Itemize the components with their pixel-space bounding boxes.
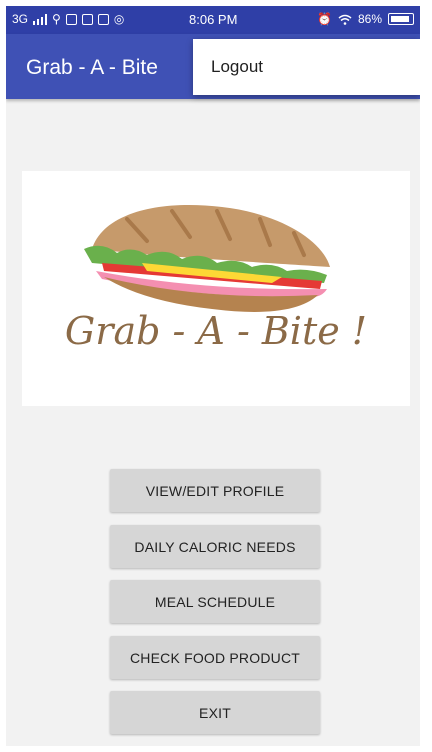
notification-icon-3 <box>97 13 109 25</box>
wifi-icon <box>338 14 352 25</box>
exit-button[interactable]: EXIT <box>110 691 320 734</box>
alarm-icon: ⏰ <box>317 12 332 26</box>
battery-icon <box>388 13 414 25</box>
app-screen: 3G ⚲ ◎ 8:06 PM ⏰ 86% Grab - A - Bite Log… <box>6 6 420 746</box>
whatsapp-icon: ◎ <box>113 12 125 26</box>
notification-icon-2 <box>81 13 93 25</box>
logout-menu-item[interactable]: Logout <box>193 57 263 77</box>
view-edit-profile-button[interactable]: VIEW/EDIT PROFILE <box>110 469 320 512</box>
network-type: 3G <box>12 12 29 26</box>
check-food-product-button[interactable]: CHECK FOOD PRODUCT <box>110 636 320 679</box>
usb-icon: ⚲ <box>52 12 61 26</box>
status-time: 8:06 PM <box>189 12 238 27</box>
daily-caloric-needs-button[interactable]: DAILY CALORIC NEEDS <box>110 525 320 568</box>
logo-text: Grab - A - Bite ! <box>64 309 368 353</box>
status-right-icons: ⏰ 86% <box>317 12 414 26</box>
status-left-icons: 3G ⚲ ◎ <box>12 12 124 26</box>
sandwich-icon <box>84 205 330 312</box>
logo-card: Grab - A - Bite ! <box>22 171 410 406</box>
meal-schedule-button[interactable]: MEAL SCHEDULE <box>110 580 320 623</box>
status-bar: 3G ⚲ ◎ 8:06 PM ⏰ 86% <box>6 6 420 34</box>
app-title: Grab - A - Bite <box>26 56 158 79</box>
overflow-menu: Logout <box>193 39 420 95</box>
notification-icon <box>65 13 77 25</box>
signal-icon <box>33 13 48 25</box>
battery-percent: 86% <box>357 12 382 26</box>
